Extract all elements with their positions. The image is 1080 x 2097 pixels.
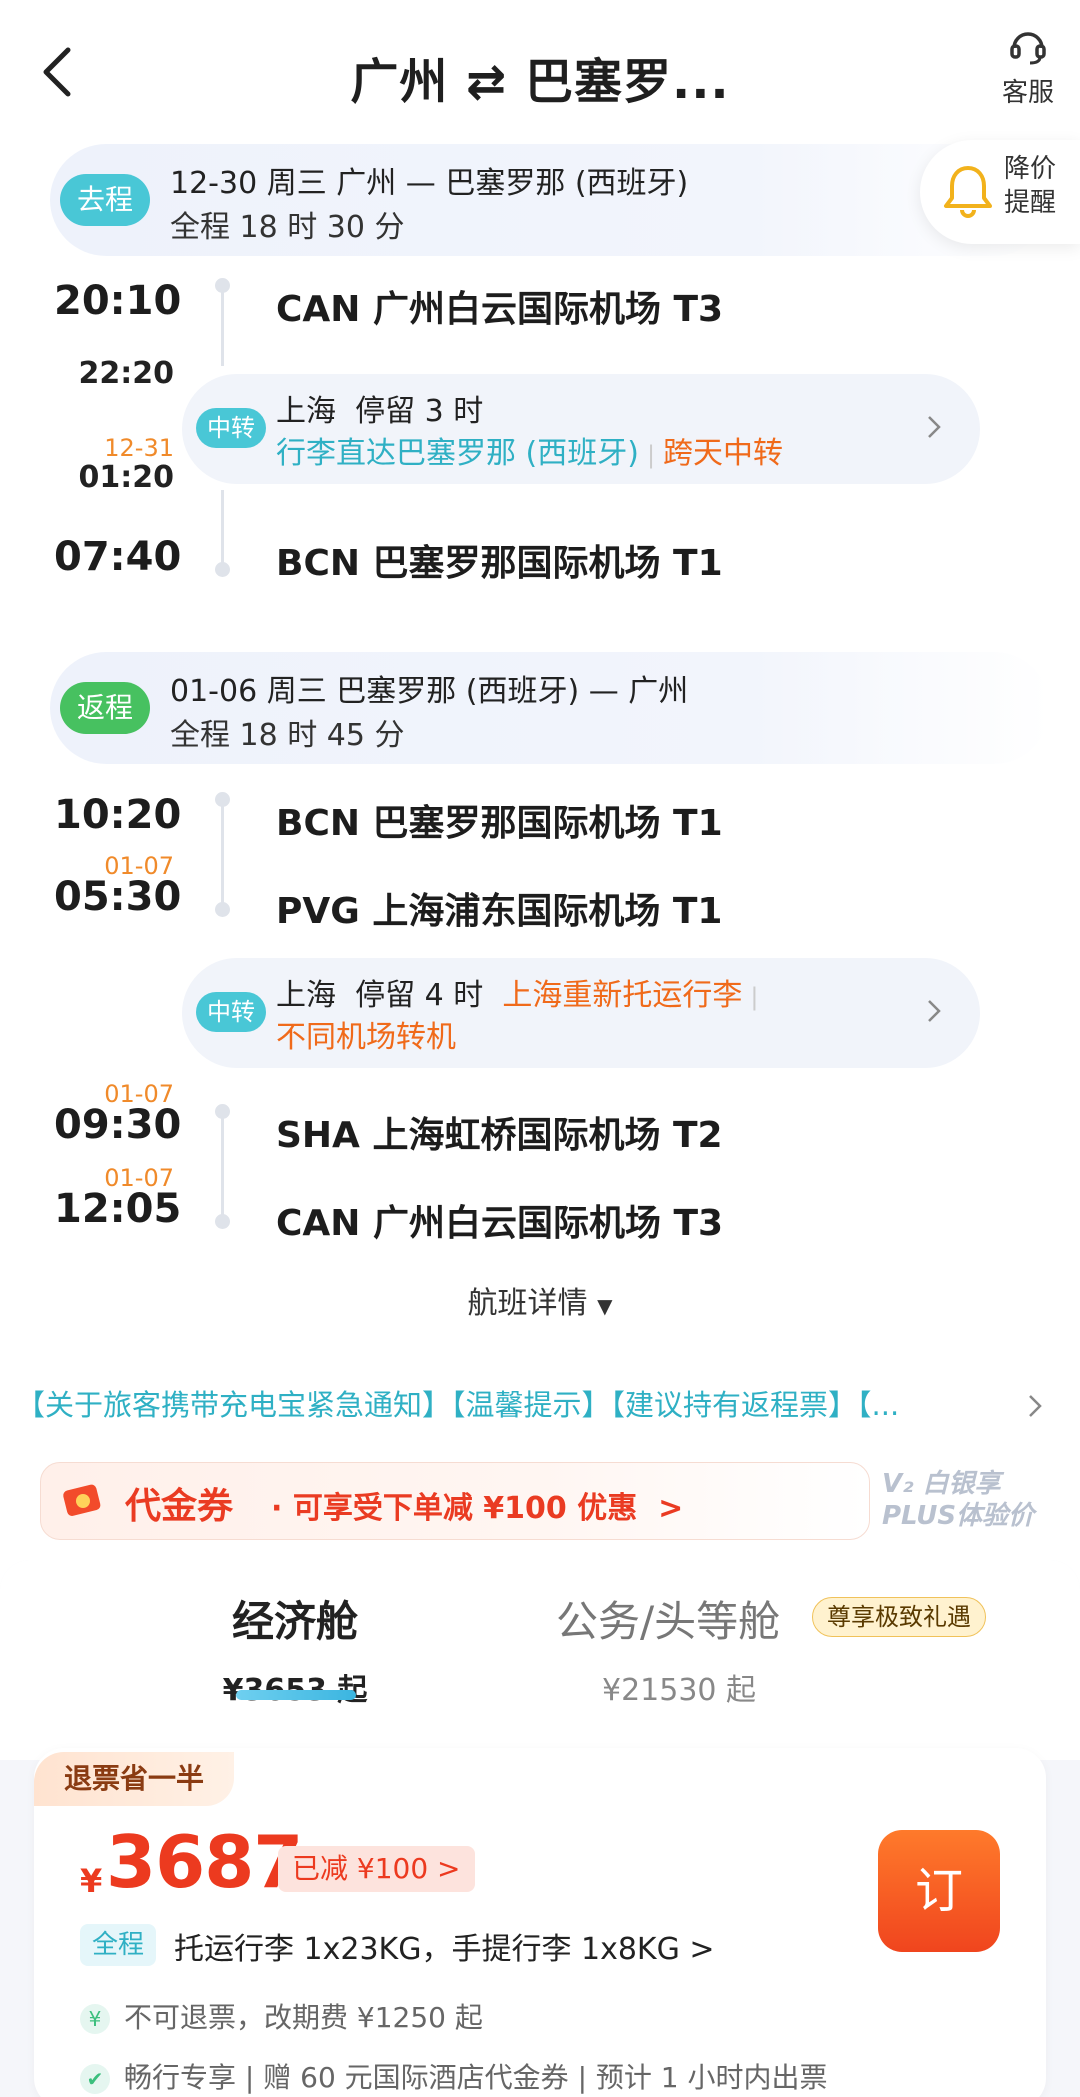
active-tab-underline (236, 1690, 356, 1700)
refund-ribbon: 退票省一半 (34, 1752, 234, 1806)
tab-economy-price: ¥3653 起 (180, 1665, 410, 1709)
voucher-banner[interactable]: 代金券 · 可享受下单减 ¥100 优惠 > (40, 1462, 870, 1540)
timeline-dot (215, 1104, 230, 1119)
outbound-arr-time: 07:40 (54, 534, 182, 580)
caret-down-icon: ▼ (597, 1294, 613, 1318)
voucher-desc: · 可享受下单减 ¥100 优惠 > (271, 1483, 683, 1527)
yen-icon: ¥ (80, 2004, 110, 2034)
plus-trial-label[interactable]: V₂ 白银享 PLUS体验价 (882, 1468, 1062, 1532)
discount-badge[interactable]: 已减 ¥100 > (278, 1846, 475, 1892)
outbound-transfer-depart-time: 01:20 (78, 460, 175, 495)
luggage-info[interactable]: 托运行李 1x23KG，手提行李 1x8KG > (174, 1924, 715, 1968)
price-alert-line2: 提醒 (1004, 188, 1057, 218)
timeline-dot (215, 792, 230, 807)
divider: | (750, 983, 759, 1011)
chevron-right-icon (928, 1000, 941, 1022)
page-title: 广州 ⇄ 巴塞罗... (350, 54, 730, 110)
transfer-tag: 中转 (196, 408, 266, 448)
book-button[interactable]: 订 (878, 1830, 1000, 1952)
return-dep2-airport: SHA 上海虹桥国际机场 T2 (276, 1115, 723, 1156)
outbound-dep-time: 20:10 (54, 278, 182, 324)
transfer-note-recheck: 上海重新托运行李 (502, 978, 743, 1013)
return-dep-airport: BCN 巴塞罗那国际机场 T1 (276, 803, 723, 844)
timeline-line (221, 1112, 224, 1222)
tab-business-price: ¥21530 起 (602, 1673, 757, 1708)
tab-business-label: 公务/头等舱 (556, 1597, 781, 1646)
chevron-right-icon (928, 416, 941, 438)
return-header: 返程 01-06 周三 巴塞罗那 (西班牙) — 广州 全程 18 时 45 分 (50, 652, 1050, 764)
flight-detail-page: 广州 ⇄ 巴塞罗... 客服 去程 12-30 周三 广州 — 巴塞罗那 (西班… (0, 0, 1080, 2097)
currency-symbol: ¥ (80, 1862, 103, 1900)
flight-detail-toggle[interactable]: 航班详情 ▼ (0, 1278, 1080, 1322)
transfer-info: 上海 停留 3 时 (276, 386, 483, 430)
transfer-notes: 行李直达巴塞罗那 (西班牙) | 跨天中转 (276, 428, 783, 472)
transfer-city: 上海 (276, 394, 336, 429)
cabin-tabs (0, 1560, 1080, 1760)
timeline-dot (215, 278, 230, 293)
return-dep2-time: 09:30 (54, 1102, 182, 1148)
top-bar: 广州 ⇄ 巴塞罗... 客服 (0, 0, 1080, 140)
transfer-stay: 停留 4 时 (355, 978, 484, 1013)
return-arr1-time: 05:30 (54, 874, 182, 920)
transfer-city: 上海 (276, 978, 336, 1013)
return-arr2-airport: CAN 广州白云国际机场 T3 (276, 1203, 724, 1244)
coupon-icon (63, 1484, 101, 1516)
plus-line1: V₂ 白银享 (882, 1469, 1001, 1499)
transfer-stay: 停留 3 时 (355, 394, 484, 429)
fare-price: 3687 (106, 1820, 303, 1904)
refund-rule: ¥ 不可退票，改期费 ¥1250 起 (80, 1996, 483, 2036)
outbound-date-route: 12-30 周三 广州 — 巴塞罗那 (西班牙) (170, 166, 689, 201)
return-transfer-card[interactable]: 中转 上海 停留 4 时 上海重新托运行李 | 不同机场转机 (182, 958, 980, 1068)
transfer-info: 上海 停留 4 时 上海重新托运行李 | (276, 970, 766, 1014)
return-duration: 全程 18 时 45 分 (170, 718, 405, 753)
outbound-tag: 去程 (60, 174, 150, 226)
price-alert-button[interactable]: 降价 提醒 (920, 140, 1080, 244)
timeline-line (221, 286, 224, 366)
bell-icon (944, 166, 992, 218)
return-date-route: 01-06 周三 巴塞罗那 (西班牙) — 广州 (170, 674, 689, 709)
outbound-header: 去程 12-30 周三 广州 — 巴塞罗那 (西班牙) 全程 18 时 30 分 (50, 144, 1050, 256)
outbound-transfer-depart-date: 12-31 (104, 434, 174, 462)
transfer-note-airport-change: 不同机场转机 (276, 1020, 456, 1055)
return-arr1-airport: PVG 上海浦东国际机场 T1 (276, 891, 723, 932)
transfer-note-overnight: 跨天中转 (663, 436, 784, 471)
refund-text: 不可退票，改期费 ¥1250 起 (124, 2001, 483, 2034)
voucher-desc-text: · 可享受下单减 ¥100 优惠 (271, 1491, 638, 1526)
outbound-transfer-card[interactable]: 中转 上海 停留 3 时 行李直达巴塞罗那 (西班牙) | 跨天中转 (182, 374, 980, 484)
outbound-arr-airport: BCN 巴塞罗那国际机场 T1 (276, 543, 723, 584)
timeline-dot (215, 562, 230, 577)
tab-economy-label: 经济舱 (231, 1597, 358, 1646)
chevron-right-icon: > (658, 1491, 684, 1526)
tab-business-first[interactable]: 公务/头等舱 ¥21530 起 (556, 1588, 856, 1709)
timeline-dot (215, 1214, 230, 1229)
timeline-line (221, 800, 224, 910)
service-label: 客服 (1001, 78, 1054, 108)
chevron-right-icon[interactable] (1026, 1392, 1044, 1420)
headset-icon (1010, 32, 1046, 65)
plus-line2: PLUS体验价 (882, 1501, 1035, 1531)
voucher-title: 代金券 (125, 1486, 234, 1527)
price-alert-line1: 降价 (1004, 154, 1057, 184)
outbound-dep-airport: CAN 广州白云国际机场 T3 (276, 289, 724, 330)
transfer-tag: 中转 (196, 992, 266, 1032)
transfer-note-baggage: 行李直达巴塞罗那 (西班牙) (276, 436, 639, 471)
notice-bar[interactable]: 【关于旅客携带充电宝紧急通知】【温馨提示】【建议持有返程票】【... (16, 1382, 899, 1424)
flight-detail-label: 航班详情 (467, 1286, 588, 1321)
timeline-dot (215, 902, 230, 917)
outbound-duration: 全程 18 时 30 分 (170, 210, 405, 245)
return-dep-time: 10:20 (54, 792, 182, 838)
outbound-transfer-arrive-time: 22:20 (78, 356, 175, 391)
premium-badge: 尊享极致礼遇 (812, 1597, 986, 1637)
price-alert-label: 降价 提醒 (1004, 152, 1056, 220)
perks-row: ✔ 畅行专享 | 赠 60 元国际酒店代金券 | 预计 1 小时内出票 (80, 2056, 828, 2096)
return-arr2-time: 12:05 (54, 1186, 182, 1232)
scope-tag: 全程 (80, 1924, 156, 1966)
return-tag: 返程 (60, 682, 150, 734)
timeline-line (221, 490, 224, 570)
divider: | (646, 441, 656, 469)
customer-service-button[interactable]: 客服 (998, 26, 1058, 109)
perks-text: 畅行专享 | 赠 60 元国际酒店代金券 | 预计 1 小时内出票 (124, 2061, 828, 2094)
check-icon: ✔ (80, 2064, 110, 2094)
